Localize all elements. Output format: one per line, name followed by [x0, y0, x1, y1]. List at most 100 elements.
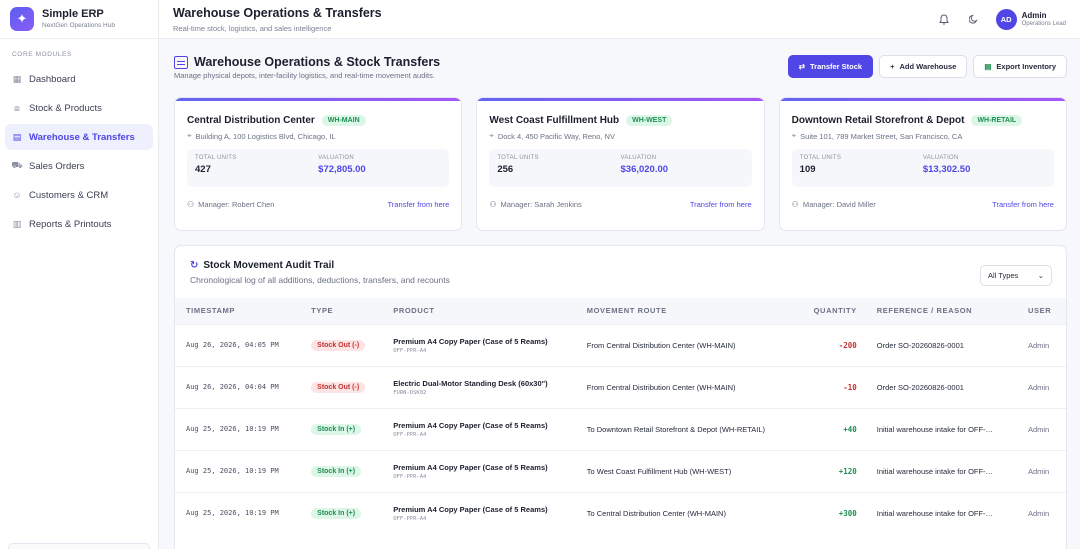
type-cell: Stock In (+): [301, 450, 383, 492]
route-cell: To Downtown Retail Storefront & Depot (W…: [586, 424, 766, 434]
table-row[interactable]: Aug 25, 2026, 10:19 PM Stock In (+) Premiu…: [175, 408, 1066, 450]
sidebar-item-warehouse-transfers[interactable]: ▤ Warehouse & Transfers: [5, 124, 153, 150]
user-icon: ⚇: [489, 200, 497, 209]
product-sku: OFF-PPR-A4: [393, 515, 427, 522]
sidebar-item-customers-crm[interactable]: ☺ Customers & CRM: [5, 182, 153, 208]
add-warehouse-button[interactable]: + Add Warehouse: [879, 55, 968, 78]
warehouse-manager: Manager: Sarah Jenkins: [500, 200, 582, 209]
warehouse-name: Central Distribution Center: [187, 115, 315, 126]
timestamp-cell: Aug 26, 2026, 04:04 PM: [186, 383, 279, 391]
table-row[interactable]: Aug 26, 2026, 04:04 PM Stock Out (-) Elect…: [175, 366, 1066, 408]
product-sku: FURN-DSK02: [393, 389, 427, 396]
user-cell: Admin: [1027, 508, 1050, 518]
table-row[interactable]: Aug 25, 2026, 10:19 PM Stock In (+) Premiu…: [175, 492, 1066, 534]
table-header-row: TIMESTAMP TYPE PRODUCT MOVEMENT ROUTE QUANTI…: [175, 298, 1066, 324]
export-inventory-button[interactable]: ▤ Export Inventory: [973, 55, 1067, 78]
route-cell: From Central Distribution Center (WH-MAI…: [586, 340, 736, 350]
table-row[interactable]: Aug 25, 2026, 10:19 PM Stock In (+) Premiu…: [175, 450, 1066, 492]
page-actions: ⇄ Transfer Stock + Add Warehouse ▤ Expor…: [787, 55, 1067, 78]
movement-type-badge: Stock Out (-): [311, 339, 366, 351]
timestamp-cell: Aug 25, 2026, 10:19 PM: [186, 467, 279, 475]
export-inventory-label: Export Inventory: [996, 62, 1056, 71]
warehouse-stats: TOTAL UNITS 256 VALUATION $36,020.00: [489, 149, 752, 187]
valuation-value: $13,302.50: [922, 164, 971, 175]
product-name: Electric Dual-Motor Standing Desk (60x30…: [393, 378, 548, 388]
warehouse-address-row: ⌖ Building A, 100 Logistics Blvd, Chicago…: [187, 131, 449, 141]
warehouse-cards: Central Distribution Center WH-MAIN ⌖ Build…: [159, 91, 1080, 231]
warehouse-title-row: Downtown Retail Storefront & Depot WH-RET…: [792, 115, 1054, 126]
warehouse-address-row: ⌖ Dock 4, 450 Pacific Way, Reno, NV: [489, 131, 751, 141]
quantity-cell: -10: [843, 382, 857, 392]
bell-icon[interactable]: [936, 11, 952, 27]
total-units-stat: TOTAL UNITS 109: [800, 155, 923, 181]
sidebar-nav: ▦ Dashboard ⧈ Stock & Products ▤ Warehouse & …: [0, 66, 158, 237]
stat-label: TOTAL UNITS: [497, 155, 539, 161]
user-cell: Admin: [1027, 424, 1050, 434]
product-sku: OFF-PPR-A4: [393, 473, 427, 480]
warehouse-address: Dock 4, 450 Pacific Way, Reno, NV: [497, 131, 615, 141]
column-header: USER: [1027, 306, 1052, 316]
transfer-from-here-link[interactable]: Transfer from here: [388, 200, 450, 209]
valuation-value: $72,805.00: [318, 164, 366, 175]
table-body: Aug 26, 2026, 04:05 PM Stock Out (-) Premi…: [175, 324, 1066, 534]
product-name: Premium A4 Copy Paper (Case of 5 Reams): [393, 462, 548, 472]
warehouse-address: Suite 101, 789 Market Street, San Franci…: [800, 131, 963, 141]
transfer-stock-button[interactable]: ⇄ Transfer Stock: [787, 55, 874, 78]
timestamp-cell: Aug 25, 2026, 10:19 PM: [186, 425, 279, 433]
product-cell: Premium A4 Copy Paper (Case of 5 Reams) O…: [383, 408, 577, 450]
sidebar-item-sales-orders[interactable]: ⛟ Sales Orders: [5, 153, 153, 179]
main-content: Warehouse Operations & Transfers Real-ti…: [159, 0, 1080, 549]
plus-icon: +: [890, 62, 895, 71]
warehouse-manager: Manager: David Miller: [802, 200, 876, 209]
type-filter-select[interactable]: All Types ⌄: [980, 265, 1052, 286]
transfer-from-here-link[interactable]: Transfer from here: [992, 200, 1054, 209]
warehouse-title-row: Central Distribution Center WH-MAIN: [187, 115, 449, 126]
brand[interactable]: ✦ Simple ERP NextGen Operations Hub: [0, 0, 158, 39]
reference-cell: Initial warehouse intake for OFF-…: [876, 466, 994, 476]
user-cell: Admin: [1027, 466, 1050, 476]
total-units-value: 256: [497, 164, 514, 175]
warehouse-footer: ⚇ Manager: Sarah Jenkins Transfer from her…: [489, 200, 751, 209]
sidebar-item-label: Sales Orders: [29, 160, 85, 172]
location-pin-icon: ⌖: [791, 131, 797, 140]
total-units-stat: TOTAL UNITS 427: [195, 155, 318, 181]
page-subtitle: Manage physical depots, inter-facility l…: [174, 71, 435, 80]
product-cell: Premium A4 Copy Paper (Case of 5 Reams) O…: [383, 492, 577, 534]
product-sku: OFF-PPR-A4: [393, 347, 427, 354]
page-title: Warehouse Operations & Stock Transfers: [194, 55, 441, 69]
sidebar-item-reports-printouts[interactable]: ▥ Reports & Printouts: [5, 211, 153, 237]
stat-label: TOTAL UNITS: [799, 155, 842, 161]
user-icon: ⚇: [791, 200, 799, 209]
topbar-subtitle: Real-time stock, logistics, and sales in…: [173, 23, 332, 33]
valuation-stat: VALUATION $36,020.00: [621, 155, 744, 181]
sidebar-item-stock-products[interactable]: ⧈ Stock & Products: [5, 95, 153, 121]
reference-cell: Initial warehouse intake for OFF-…: [876, 424, 994, 434]
topbar-actions: AD Admin Operations Lead: [936, 8, 1066, 30]
valuation-stat: VALUATION $13,302.50: [923, 155, 1046, 181]
table-row[interactable]: Aug 26, 2026, 04:05 PM Stock Out (-) Premi…: [175, 324, 1066, 366]
type-cell: Stock Out (-): [301, 366, 383, 408]
movement-type-badge: Stock In (+): [311, 423, 362, 435]
audit-header: ↻ Stock Movement Audit Trail Chronologic…: [175, 246, 1066, 298]
movement-type-badge: Stock In (+): [311, 465, 362, 477]
stat-label: TOTAL UNITS: [195, 155, 237, 161]
history-icon: ↻: [190, 260, 199, 271]
moon-icon[interactable]: [966, 11, 982, 27]
route-cell: To West Coast Fulfillment Hub (WH-WEST): [586, 466, 732, 476]
user-info[interactable]: Admin Operations Lead: [1022, 11, 1066, 28]
sidebar-item-label: Customers & CRM: [29, 189, 109, 201]
card-body: Downtown Retail Storefront & Depot WH-RET…: [780, 101, 1066, 209]
product-name: Premium A4 Copy Paper (Case of 5 Reams): [393, 336, 548, 346]
avatar[interactable]: AD: [995, 8, 1017, 30]
location-pin-icon: ⌖: [187, 131, 192, 140]
warehouse-manager: Manager: Robert Chen: [198, 200, 275, 209]
type-cell: Stock In (+): [301, 408, 383, 450]
user-name: Admin: [1021, 10, 1047, 20]
app-shell: ✦ Simple ERP NextGen Operations Hub CORE…: [0, 0, 1080, 549]
location-pin-icon: ⌖: [489, 131, 494, 140]
nav-section-label: CORE MODULES: [12, 51, 72, 58]
warehouse-icon: ▤: [12, 131, 22, 142]
sidebar-item-dashboard[interactable]: ▦ Dashboard: [5, 66, 153, 92]
transfer-from-here-link[interactable]: Transfer from here: [690, 200, 752, 209]
sidebar-item-label: Dashboard: [29, 73, 76, 85]
